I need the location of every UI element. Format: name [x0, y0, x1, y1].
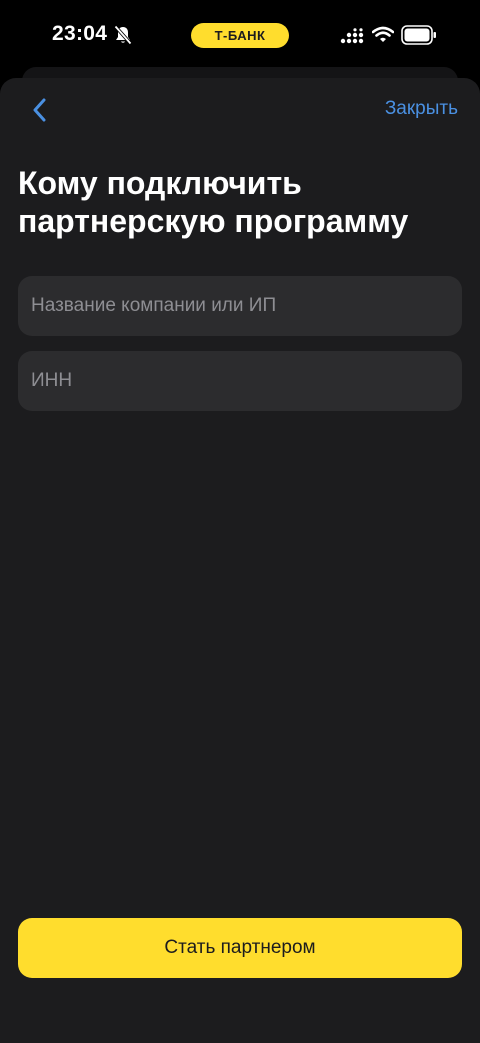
bell-off-icon	[114, 25, 132, 45]
form-sheet: Закрыть Кому подключить партнерскую прог…	[0, 78, 480, 1043]
page-title: Кому подключить партнерскую программу	[18, 165, 409, 239]
wifi-icon	[371, 26, 395, 43]
inn-field[interactable]	[18, 351, 462, 411]
brand-pill: Т-БАНК	[191, 23, 289, 48]
status-bar: 23:04 Т-БАНК	[0, 0, 480, 72]
screen: 23:04 Т-БАНК Закрыть Кому подключить пар…	[0, 0, 480, 1043]
signal-icon	[340, 28, 364, 44]
close-button[interactable]: Закрыть	[385, 98, 458, 120]
inn-input[interactable]	[18, 351, 462, 411]
company-name-field[interactable]	[18, 276, 462, 336]
status-time: 23:04	[52, 22, 108, 45]
back-button[interactable]	[22, 92, 58, 128]
battery-icon	[401, 25, 437, 45]
become-partner-button[interactable]: Стать партнером	[18, 918, 462, 978]
company-name-input[interactable]	[18, 276, 462, 336]
chevron-left-icon	[33, 98, 46, 122]
